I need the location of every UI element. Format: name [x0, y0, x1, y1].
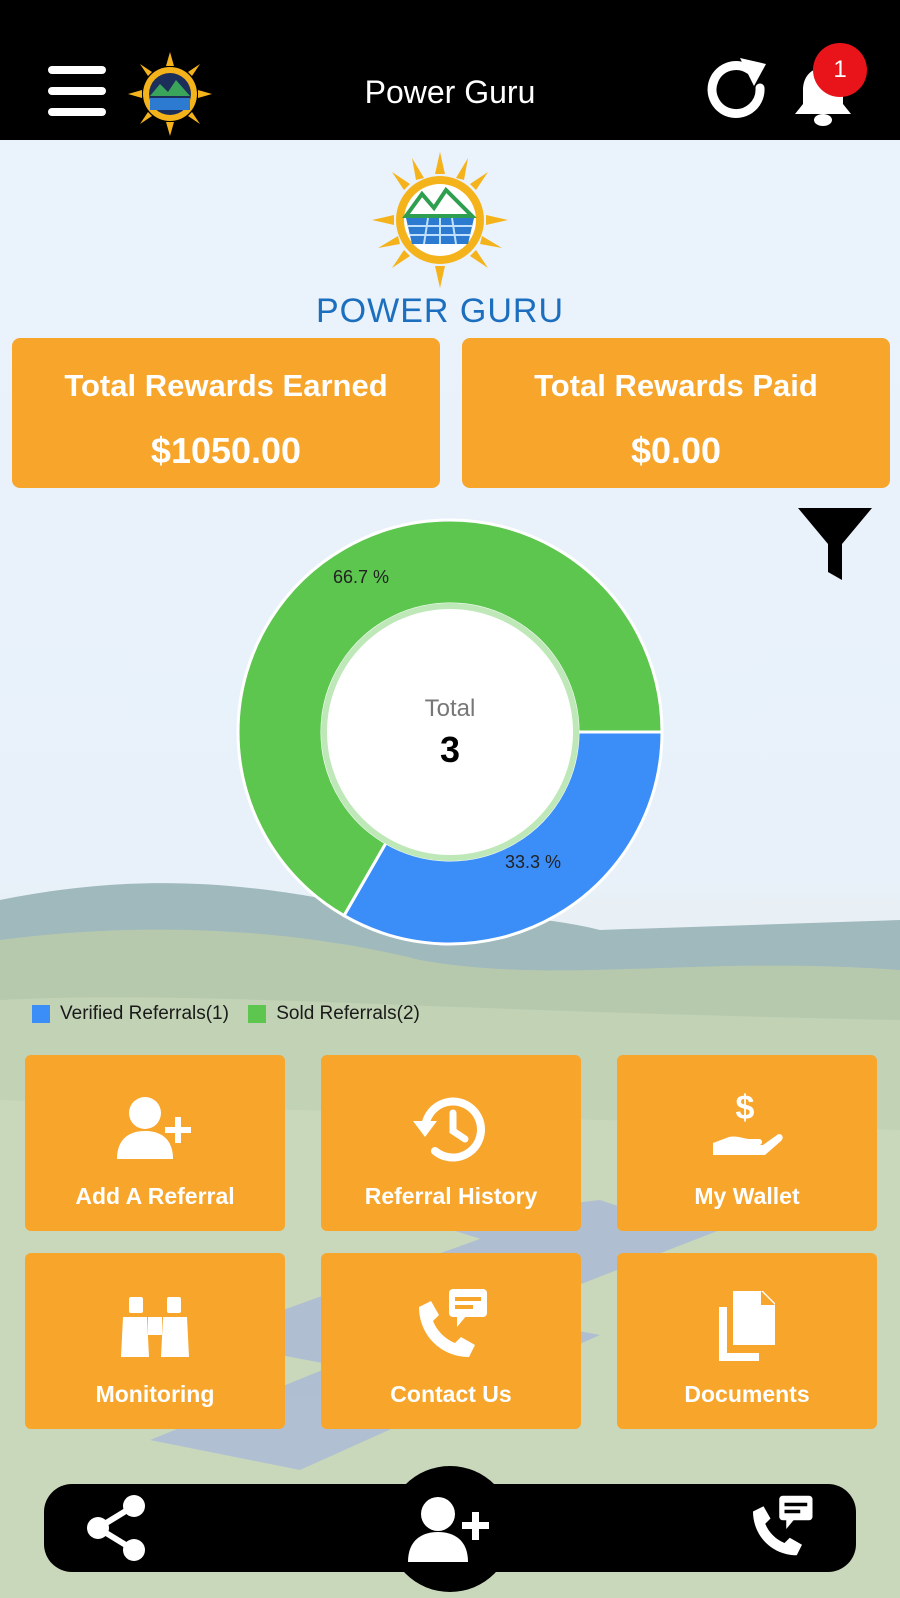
brand-logo-icon [372, 152, 508, 288]
legend-item-sold: Sold Referrals(2) [248, 1003, 420, 1025]
refresh-icon[interactable] [704, 56, 774, 126]
referrals-donut-chart [236, 518, 664, 946]
rewards-paid-label: Total Rewards Paid [534, 368, 818, 403]
phone-message-icon [419, 1289, 487, 1357]
tile-label: Contact Us [390, 1381, 512, 1407]
add-user-icon[interactable] [406, 1494, 492, 1564]
documents-icon [719, 1291, 775, 1361]
legend-swatch-verified [32, 1005, 50, 1023]
svg-text:$: $ [736, 1089, 755, 1127]
legend-label-verified: Verified Referrals(1) [60, 1003, 229, 1024]
total-rewards-earned-card: Total Rewards Earned $1050.00 [12, 338, 440, 488]
add-referral-tile[interactable]: Add A Referral [25, 1055, 285, 1231]
rewards-paid-value: $0.00 [630, 430, 722, 471]
tile-label: Referral History [364, 1183, 538, 1209]
binoculars-icon [121, 1297, 189, 1357]
tile-label: Monitoring [95, 1381, 215, 1407]
chart-legend: Verified Referrals(1) Sold Referrals(2) [32, 1003, 434, 1029]
contact-us-tile[interactable]: Contact Us [321, 1253, 581, 1429]
notification-badge[interactable]: 1 [813, 43, 867, 97]
donut-center [321, 603, 579, 861]
history-icon [413, 1097, 485, 1162]
share-icon[interactable] [86, 1494, 148, 1562]
documents-tile[interactable]: Documents [617, 1253, 877, 1429]
filter-icon[interactable] [796, 506, 874, 584]
legend-item-verified: Verified Referrals(1) [32, 1003, 229, 1025]
rewards-earned-value: $1050.00 [150, 430, 302, 471]
monitoring-tile[interactable]: Monitoring [25, 1253, 285, 1429]
add-user-icon [117, 1097, 191, 1159]
app-header: Power Guru 1 [0, 0, 900, 140]
wallet-hand-dollar-icon: $ [713, 1089, 783, 1155]
total-rewards-paid-card: Total Rewards Paid $0.00 [462, 338, 890, 488]
legend-label-sold: Sold Referrals(2) [276, 1003, 420, 1024]
tile-label: My Wallet [694, 1183, 800, 1209]
tile-label: Documents [684, 1381, 810, 1407]
my-wallet-tile[interactable]: $ My Wallet [617, 1055, 877, 1231]
referral-history-tile[interactable]: Referral History [321, 1055, 581, 1231]
rewards-earned-label: Total Rewards Earned [64, 368, 388, 403]
legend-swatch-sold [248, 1005, 267, 1023]
tile-label: Add A Referral [75, 1183, 235, 1209]
phone-message-icon[interactable] [746, 1494, 816, 1564]
brand-name: POWER GURU [316, 292, 564, 330]
